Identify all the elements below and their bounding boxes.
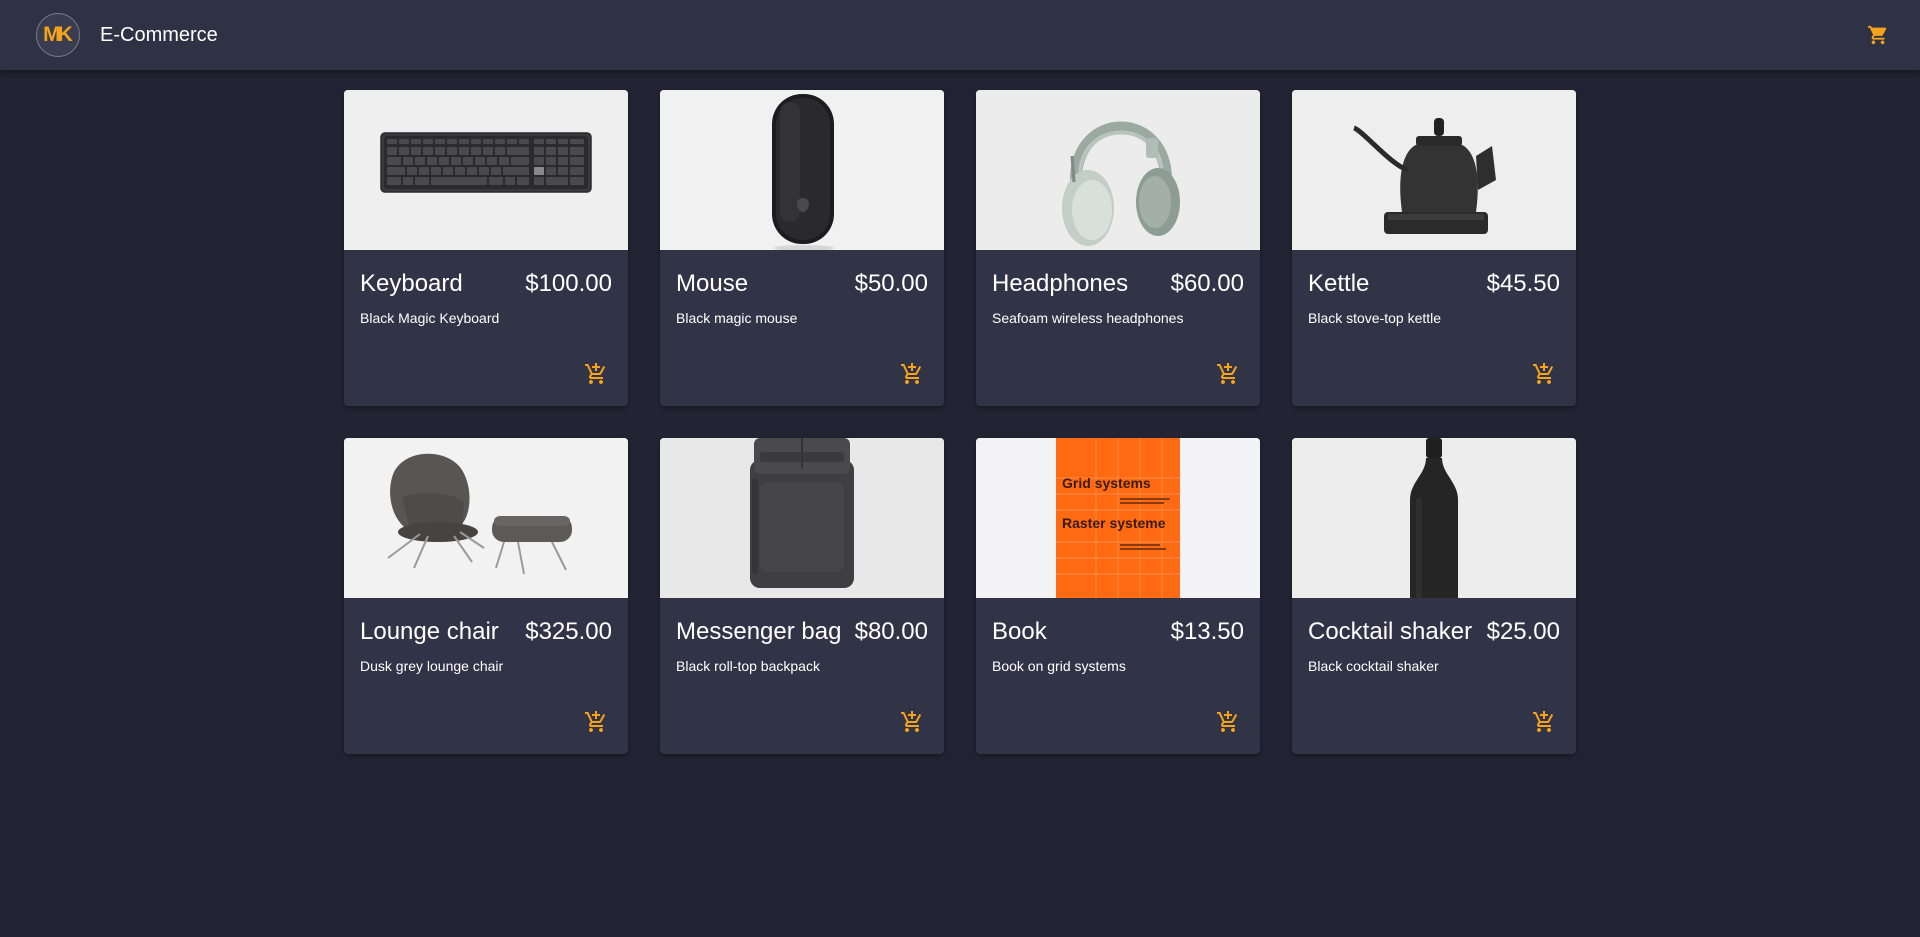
product-description: Black roll-top backpack bbox=[676, 658, 820, 674]
product-image bbox=[344, 90, 628, 250]
logo-text: MK bbox=[43, 23, 73, 46]
product-name: Lounge chair bbox=[360, 618, 499, 645]
add-shopping-cart-icon bbox=[1533, 363, 1554, 384]
add-to-cart-button[interactable] bbox=[582, 360, 610, 388]
book-cover-title-1: Grid systems bbox=[1062, 475, 1151, 491]
add-shopping-cart-icon bbox=[901, 363, 922, 384]
product-description: Black magic mouse bbox=[676, 310, 798, 326]
book-image: Grid systems Raster systeme bbox=[976, 438, 1260, 598]
product-price: $325.00 bbox=[525, 618, 612, 645]
add-to-cart-button[interactable] bbox=[1214, 360, 1242, 388]
product-image bbox=[1292, 438, 1576, 598]
add-to-cart-button[interactable] bbox=[1530, 708, 1558, 736]
product-description: Black Magic Keyboard bbox=[360, 310, 500, 326]
product-description: Black cocktail shaker bbox=[1308, 658, 1439, 674]
mouse-image bbox=[660, 90, 944, 250]
product-price: $13.50 bbox=[1170, 618, 1244, 645]
add-to-cart-button[interactable] bbox=[1530, 360, 1558, 388]
cart-icon bbox=[1867, 25, 1887, 45]
add-to-cart-button[interactable] bbox=[582, 708, 610, 736]
add-shopping-cart-icon bbox=[1217, 363, 1238, 384]
add-shopping-cart-icon bbox=[1217, 711, 1238, 732]
logo[interactable]: MK bbox=[36, 13, 80, 57]
product-description: Black stove-top kettle bbox=[1308, 310, 1442, 326]
product-description: Seafoam wireless headphones bbox=[992, 310, 1184, 326]
add-to-cart-button[interactable] bbox=[1214, 708, 1242, 736]
product-name: Headphones bbox=[992, 270, 1129, 297]
add-to-cart-button[interactable] bbox=[898, 708, 926, 736]
add-shopping-cart-icon bbox=[1533, 711, 1554, 732]
product-card[interactable]: Mouse $50.00 Black magic mouse bbox=[660, 90, 944, 406]
product-card[interactable]: Headphones $60.00 Seafoam wireless headp… bbox=[976, 90, 1260, 406]
product-price: $100.00 bbox=[525, 270, 612, 297]
product-name: Book bbox=[992, 618, 1047, 645]
keyboard-image bbox=[344, 90, 628, 250]
kettle-image bbox=[1292, 90, 1576, 250]
product-card[interactable]: Kettle $45.50 Black stove-top kettle bbox=[1292, 90, 1576, 406]
product-description: Book on grid systems bbox=[992, 658, 1126, 674]
add-to-cart-button[interactable] bbox=[898, 360, 926, 388]
product-grid: Keyboard $100.00 Black Magic Keyboard Mo… bbox=[344, 90, 1576, 754]
product-image bbox=[344, 438, 628, 598]
product-name: Messenger bag bbox=[676, 618, 842, 645]
product-price: $45.50 bbox=[1486, 270, 1560, 297]
product-description: Dusk grey lounge chair bbox=[360, 658, 504, 674]
product-name: Mouse bbox=[676, 270, 749, 297]
product-image bbox=[660, 438, 944, 598]
add-shopping-cart-icon bbox=[901, 711, 922, 732]
app-title: E-Commerce bbox=[100, 23, 218, 46]
product-price: $60.00 bbox=[1170, 270, 1244, 297]
product-card[interactable]: Grid systems Raster systeme Book $13.50 … bbox=[976, 438, 1260, 754]
lounge-chair-image bbox=[344, 438, 628, 598]
product-image bbox=[1292, 90, 1576, 250]
top-toolbar: MK E-Commerce bbox=[0, 0, 1920, 70]
cart-button[interactable] bbox=[1858, 15, 1898, 55]
product-price: $50.00 bbox=[854, 270, 928, 297]
backpack-image bbox=[660, 438, 944, 598]
product-card[interactable]: Keyboard $100.00 Black Magic Keyboard bbox=[344, 90, 628, 406]
product-name: Cocktail shaker bbox=[1308, 618, 1473, 645]
add-shopping-cart-icon bbox=[585, 363, 606, 384]
book-cover-title-2: Raster systeme bbox=[1062, 515, 1166, 531]
product-image bbox=[976, 90, 1260, 250]
headphones-image bbox=[976, 90, 1260, 250]
product-name: Keyboard bbox=[360, 270, 463, 297]
product-image bbox=[660, 90, 944, 250]
product-price: $80.00 bbox=[854, 618, 928, 645]
product-card[interactable]: Messenger bag $80.00 Black roll-top back… bbox=[660, 438, 944, 754]
cocktail-shaker-image bbox=[1292, 438, 1576, 598]
product-name: Kettle bbox=[1308, 270, 1370, 297]
product-price: $25.00 bbox=[1486, 618, 1560, 645]
add-shopping-cart-icon bbox=[585, 711, 606, 732]
product-image: Grid systems Raster systeme bbox=[976, 438, 1260, 598]
product-card[interactable]: Lounge chair $325.00 Dusk grey lounge ch… bbox=[344, 438, 628, 754]
product-card[interactable]: Cocktail shaker $25.00 Black cocktail sh… bbox=[1292, 438, 1576, 754]
